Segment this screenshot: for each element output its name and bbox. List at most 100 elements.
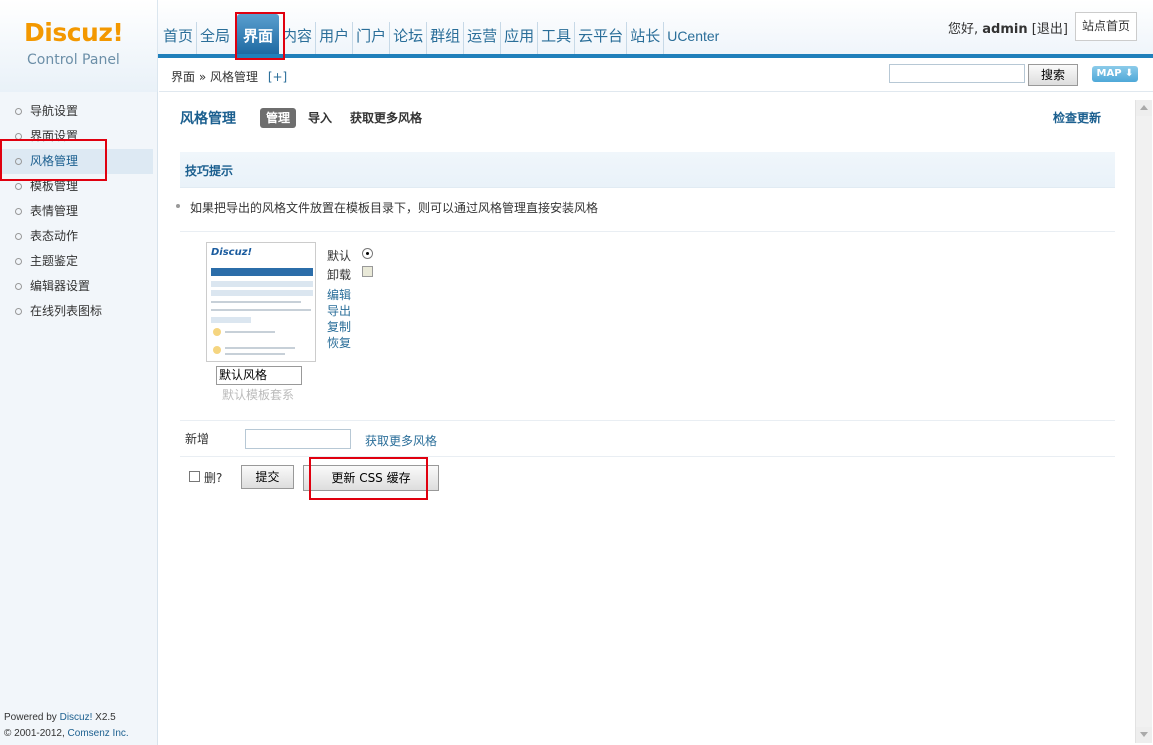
sidebar-item-online-list-icons[interactable]: 在线列表图标 [0, 299, 153, 324]
nav-apps[interactable]: 应用 [500, 22, 537, 54]
scroll-down-icon[interactable] [1136, 727, 1152, 743]
nav-forum[interactable]: 论坛 [389, 22, 426, 54]
get-more-styles-link[interactable]: 获取更多风格 [365, 432, 437, 449]
nav-portal[interactable]: 门户 [352, 22, 389, 54]
sidebar-item-smiley-management[interactable]: 表情管理 [0, 199, 153, 224]
bullet-icon [15, 133, 22, 140]
thumbnail-line [225, 353, 285, 355]
nav-global[interactable]: 全局 [196, 22, 233, 54]
thumbnail-bubble [213, 328, 221, 336]
bullet-icon [15, 208, 22, 215]
thumbnail-line [211, 301, 301, 303]
search-input[interactable] [889, 64, 1025, 83]
default-label: 默认 [327, 249, 352, 263]
nav-content[interactable]: 内容 [279, 22, 315, 54]
nav-home[interactable]: 首页 [160, 22, 196, 54]
tab-manage[interactable]: 管理 [260, 108, 297, 128]
sidebar-item-style-management[interactable]: 风格管理 [0, 149, 153, 174]
sidebar-item-editor-settings[interactable]: 编辑器设置 [0, 274, 153, 299]
nav-groups[interactable]: 群组 [426, 22, 463, 54]
bullet-icon [15, 183, 22, 190]
sidebar-item-label: 界面设置 [30, 129, 79, 143]
update-css-cache-button[interactable]: 更新 CSS 缓存 [303, 465, 439, 491]
page-title: 风格管理 [180, 111, 236, 127]
version-text: X2.5 [92, 712, 116, 723]
username: admin [982, 22, 1028, 37]
bullet-icon [15, 258, 22, 265]
sidebar-item-label: 风格管理 [30, 154, 79, 168]
copy-link[interactable]: 复制 [327, 318, 351, 335]
thumbnail-line [225, 331, 275, 333]
divider [180, 456, 1115, 457]
sidebar-item-nav-settings[interactable]: 导航设置 [0, 99, 153, 124]
logo[interactable]: Discuz! Control Panel [0, 0, 158, 92]
bullet-icon [15, 308, 22, 315]
thumbnail-bubble [213, 346, 221, 354]
powered-by-text: Powered by [4, 712, 60, 723]
uninstall-checkbox[interactable] [362, 266, 373, 277]
nav-cloud[interactable]: 云平台 [574, 22, 626, 54]
nav-tools[interactable]: 工具 [537, 22, 574, 54]
style-name-input[interactable]: 默认风格 [216, 366, 302, 385]
default-radio[interactable] [362, 248, 373, 259]
sidebar-item-label: 导航设置 [30, 104, 79, 118]
restore-link[interactable]: 恢复 [327, 334, 351, 351]
vertical-scrollbar[interactable] [1135, 100, 1152, 743]
nav-ucenter[interactable]: UCenter [663, 22, 722, 54]
tab-import[interactable]: 导入 [302, 108, 338, 128]
tab-bar: 管理 导入 获取更多风格 [260, 108, 428, 128]
scroll-up-icon[interactable] [1136, 100, 1152, 116]
thumbnail-row [211, 290, 313, 296]
powered-brand-link[interactable]: Discuz! [60, 712, 93, 723]
style-thumbnail[interactable]: Discuz! [206, 242, 316, 362]
sidebar-item-label: 主题鉴定 [30, 254, 79, 268]
thumbnail-line [225, 347, 295, 349]
submit-button[interactable]: 提交 [241, 465, 294, 489]
tip-text: 如果把导出的风格文件放置在模板目录下，则可以通过风格管理直接安装风格 [175, 201, 599, 215]
breadcrumb-path: 界面 » 风格管理 [171, 70, 258, 84]
bullet-icon [15, 233, 22, 240]
sidebar: 导航设置 界面设置 风格管理 模板管理 表情管理 表态动作 主题鉴定 编辑器设置… [0, 92, 158, 745]
export-link[interactable]: 导出 [327, 302, 351, 319]
add-label: 新增 [185, 432, 210, 446]
user-info: 您好, admin [退出] [948, 18, 1068, 37]
divider [180, 420, 1115, 421]
check-update-link[interactable]: 检查更新 [1053, 109, 1101, 126]
sidebar-item-reactions[interactable]: 表态动作 [0, 224, 153, 249]
add-shortcut-link[interactable]: [+] [268, 70, 287, 84]
sidebar-item-template-management[interactable]: 模板管理 [0, 174, 153, 199]
sidebar-item-ui-settings[interactable]: 界面设置 [0, 124, 153, 149]
site-home-button[interactable]: 站点首页 [1075, 12, 1137, 41]
map-button[interactable]: MAP ⬇ [1092, 66, 1138, 82]
nav-users[interactable]: 用户 [315, 22, 352, 54]
logo-subtitle: Control Panel [27, 52, 120, 68]
nav-interface[interactable]: 界面 [237, 14, 280, 54]
logout-link[interactable]: [退出] [1032, 22, 1068, 37]
tips-title: 技巧提示 [185, 164, 234, 178]
add-style-input[interactable] [245, 429, 351, 449]
sidebar-item-label: 表情管理 [30, 204, 79, 218]
bullet-icon [15, 158, 22, 165]
uninstall-label: 卸载 [327, 268, 352, 282]
tips-header: 技巧提示 [180, 152, 1115, 188]
nav-operations[interactable]: 运营 [463, 22, 500, 54]
nav-webmaster[interactable]: 站长 [626, 22, 663, 54]
company-link[interactable]: Comsenz Inc. [68, 728, 129, 739]
copyright-text: © 2001-2012, [4, 728, 68, 739]
sidebar-item-thread-stamps[interactable]: 主题鉴定 [0, 249, 153, 274]
main-nav: 首页 全局 界面 内容 用户 门户 论坛 群组 运营 应用 工具 云平台 站长 … [160, 14, 722, 54]
delete-label: 删? [204, 471, 223, 485]
sidebar-item-label: 编辑器设置 [30, 279, 91, 293]
thumbnail-row [211, 281, 313, 287]
search-button[interactable]: 搜索 [1028, 64, 1078, 86]
footer-powered-by: Powered by Discuz! X2.5 © 2001-2012, Com… [4, 710, 129, 742]
thumbnail-row [211, 317, 251, 323]
greeting: 您好, [948, 22, 979, 37]
edit-link[interactable]: 编辑 [327, 286, 351, 303]
delete-checkbox[interactable] [189, 471, 200, 482]
bullet-icon [15, 108, 22, 115]
thumbnail-navbar [211, 268, 313, 276]
divider [180, 231, 1115, 232]
breadcrumb: 界面 » 风格管理 [+] [171, 68, 287, 85]
tab-get-more-styles[interactable]: 获取更多风格 [344, 108, 428, 128]
